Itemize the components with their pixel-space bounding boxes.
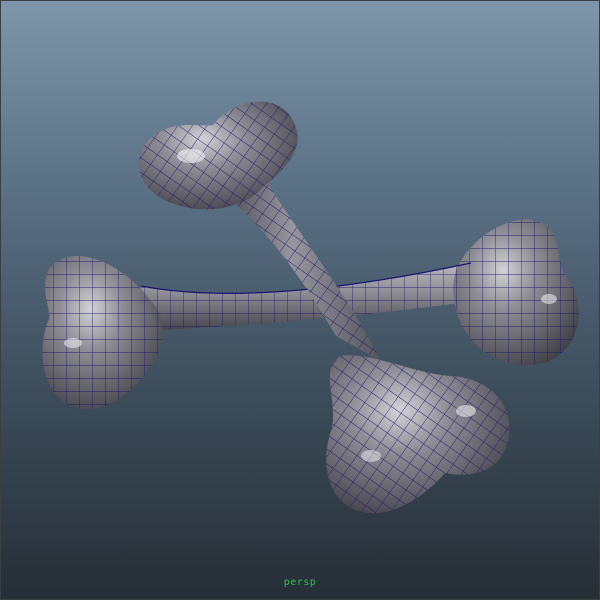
- perspective-viewport[interactable]: persp: [0, 0, 600, 600]
- scene-canvas[interactable]: [1, 1, 600, 600]
- camera-label: persp: [283, 577, 317, 588]
